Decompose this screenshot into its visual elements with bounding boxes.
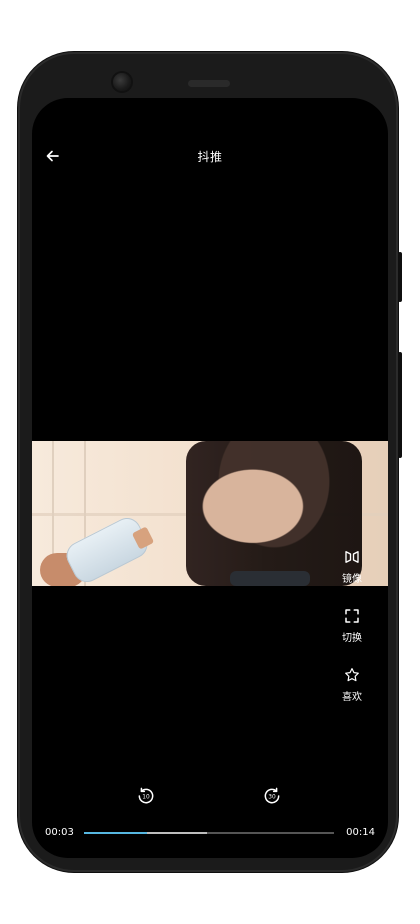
- mirror-label: 镜像: [342, 574, 362, 585]
- star-icon: [345, 668, 359, 682]
- current-time: 00:03: [45, 827, 74, 838]
- forward-seconds: 30: [268, 795, 276, 801]
- page-title: 抖推: [197, 150, 223, 164]
- favorite-label: 喜欢: [342, 692, 362, 703]
- switch-label: 切换: [342, 633, 362, 644]
- video-player-screen: 抖推 镜像 切换 喜欢 10 30 00:03 00:14: [32, 98, 388, 858]
- earpiece: [188, 80, 230, 87]
- played-fill: [84, 832, 147, 834]
- total-time: 00:14: [346, 827, 375, 838]
- favorite-control[interactable]: 喜欢: [342, 666, 362, 703]
- volume-button: [398, 252, 402, 302]
- forward-30-button[interactable]: 30: [262, 786, 282, 806]
- fullscreen-icon: [345, 609, 359, 623]
- video-collar: [230, 571, 310, 586]
- front-camera: [113, 73, 131, 91]
- mirror-icon: [345, 551, 359, 563]
- forward-icon: 30: [264, 787, 280, 804]
- rewind-icon: 10: [138, 787, 154, 804]
- switch-control[interactable]: 切换: [342, 607, 362, 644]
- power-button: [398, 352, 402, 458]
- side-controls: 镜像 切换 喜欢: [334, 548, 370, 703]
- rewind-10-button[interactable]: 10: [136, 786, 156, 806]
- rewind-seconds: 10: [142, 795, 150, 801]
- mirror-control[interactable]: 镜像: [342, 548, 362, 585]
- progress-bar[interactable]: [84, 832, 334, 834]
